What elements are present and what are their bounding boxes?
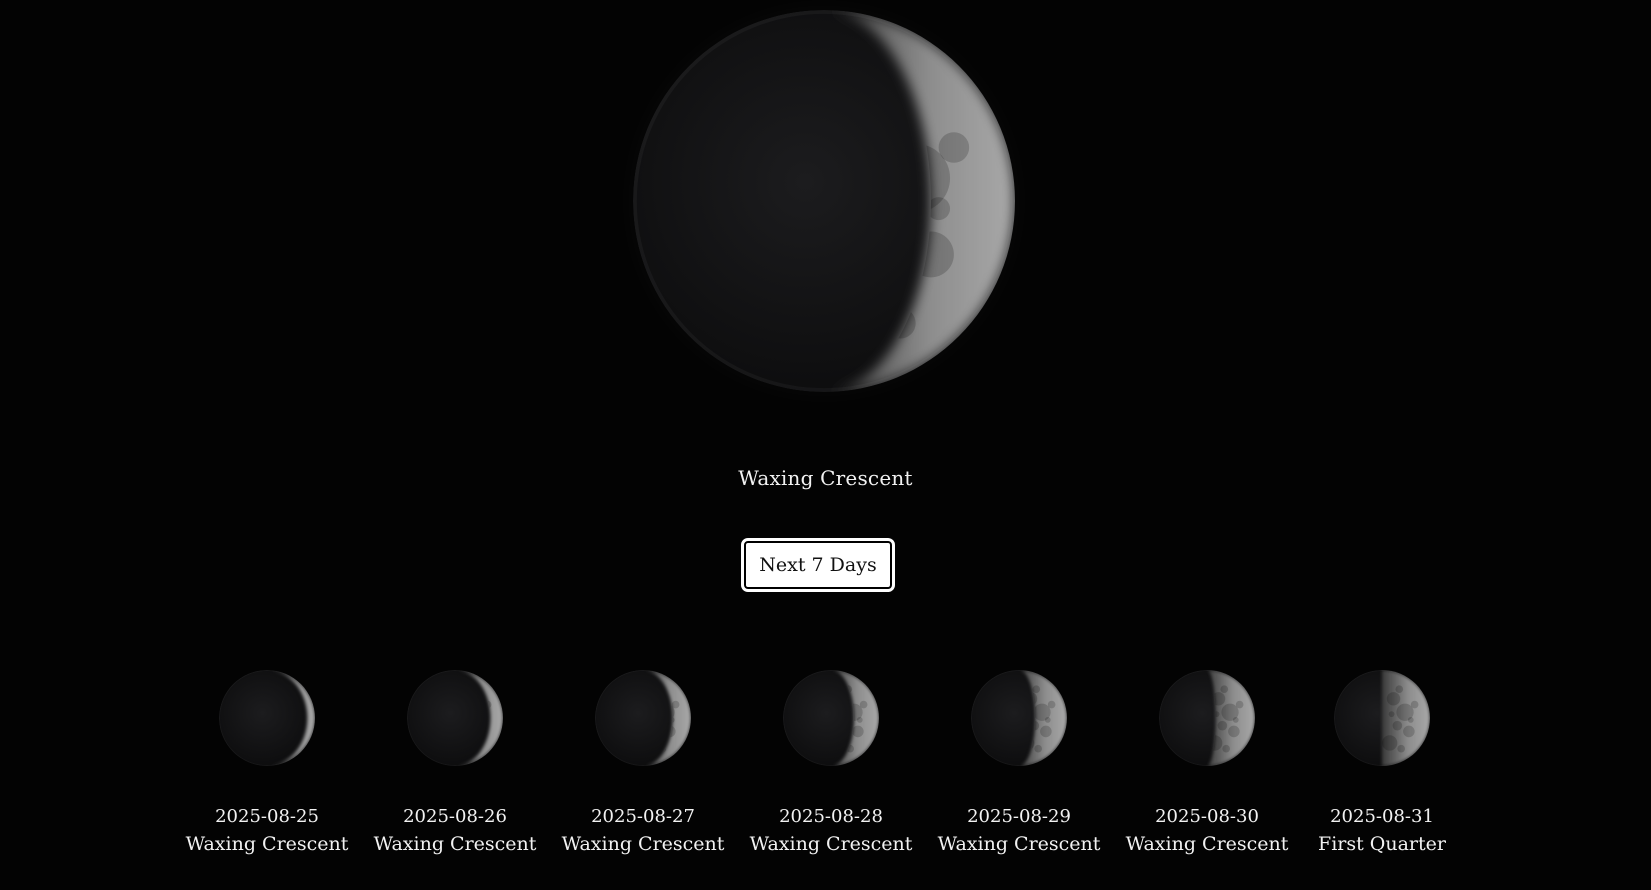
forecast-phase: First Quarter [1318,833,1446,855]
forecast-phase: Waxing Crescent [937,833,1101,855]
forecast-day: 2025-08-28 Waxing Crescent [737,670,925,870]
forecast-date: 2025-08-27 [591,806,695,827]
forecast-moon-icon [219,670,315,766]
forecast-moon-icon [1159,670,1255,766]
forecast-day: 2025-08-27 Waxing Crescent [549,670,737,870]
forecast-date: 2025-08-25 [215,806,319,827]
forecast-moon-icon [783,670,879,766]
forecast-date: 2025-08-29 [967,806,1071,827]
current-moon-image [633,10,1015,392]
forecast-date: 2025-08-28 [779,806,883,827]
forecast-day: 2025-08-29 Waxing Crescent [925,670,1113,870]
forecast-moon-icon [971,670,1067,766]
forecast-moon-icon [407,670,503,766]
forecast-day: 2025-08-26 Waxing Crescent [361,670,549,870]
forecast-phase: Waxing Crescent [373,833,537,855]
forecast-date: 2025-08-31 [1330,806,1434,827]
forecast-moon-icon [595,670,691,766]
forecast-day: 2025-08-25 Waxing Crescent [173,670,361,870]
forecast-day: 2025-08-31 First Quarter [1288,670,1476,870]
forecast-moon-icon [1334,670,1430,766]
current-phase-label: Waxing Crescent [738,466,913,490]
forecast-phase: Waxing Crescent [749,833,913,855]
forecast-phase: Waxing Crescent [561,833,725,855]
forecast-date: 2025-08-26 [403,806,507,827]
next-7-days-button[interactable]: Next 7 Days [741,538,895,592]
moon-phase-app: Waxing Crescent Next 7 Days 2025-08-25 W… [0,0,1651,890]
forecast-phase: Waxing Crescent [185,833,349,855]
forecast-day: 2025-08-30 Waxing Crescent [1113,670,1301,870]
forecast-date: 2025-08-30 [1155,806,1259,827]
